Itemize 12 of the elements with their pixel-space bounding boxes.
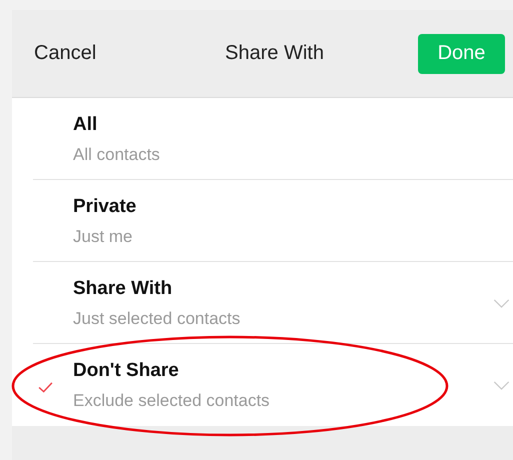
option-subtitle: Just selected contacts [73,308,242,328]
option-title[interactable]: Private [73,196,513,218]
option-subtitle: Just me [73,226,134,246]
option-title[interactable]: Don't Share [73,360,493,382]
sheet-title: Share With [225,42,324,65]
chevron-down-icon[interactable] [493,380,510,390]
cancel-link[interactable]: Cancel [34,42,96,65]
option-subtitle: All contacts [73,144,161,164]
option-title[interactable]: All [73,114,513,136]
chevron-down-icon[interactable] [493,298,510,308]
option-subtitle: Exclude selected contacts [73,390,271,410]
option-title[interactable]: Share With [73,278,493,300]
